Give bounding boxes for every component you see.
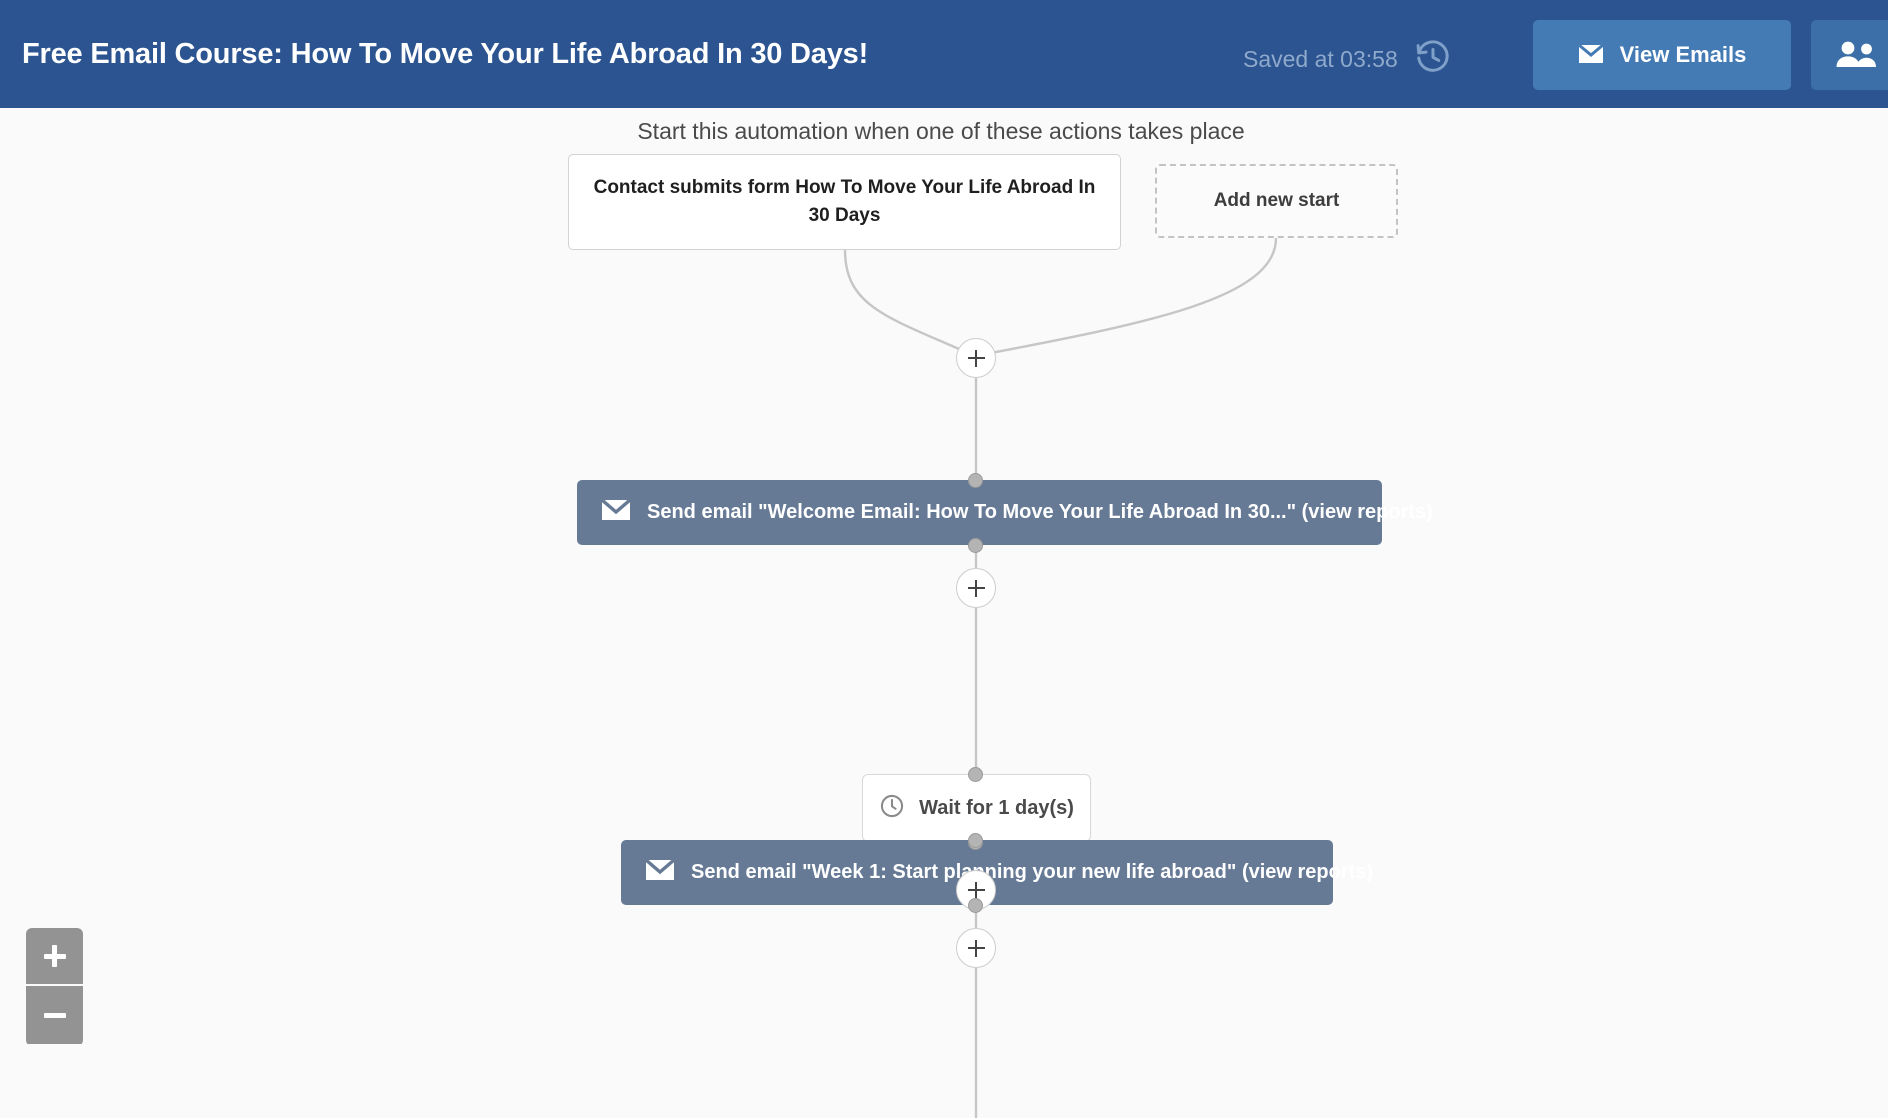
saved-status-group: Saved at 03:58 xyxy=(1243,38,1452,81)
node-connector-dot xyxy=(968,767,983,782)
node-connector-dot xyxy=(968,538,983,553)
view-emails-label: View Emails xyxy=(1619,42,1747,67)
envelope-icon xyxy=(1577,43,1604,67)
start-hint-text: Start this automation when one of these … xyxy=(637,118,1245,144)
add-step-after-triggers[interactable] xyxy=(956,338,996,378)
contacts-icon xyxy=(1835,40,1877,71)
email-node-label: Send email "Week 1: Start planning your … xyxy=(691,861,1374,883)
envelope-icon xyxy=(644,858,676,886)
history-icon[interactable] xyxy=(1414,38,1452,81)
add-new-start-label: Add new start xyxy=(1213,190,1340,211)
node-connector-dot xyxy=(968,473,983,488)
automation-canvas[interactable]: Start this automation when one of these … xyxy=(0,108,1888,1118)
trigger-node-label: Contact submits form How To Move Your Li… xyxy=(593,177,1096,226)
envelope-icon xyxy=(600,498,632,526)
add-step-after-email-1[interactable] xyxy=(956,568,996,608)
connector-lines xyxy=(843,237,1278,1118)
app-header: Free Email Course: How To Move Your Life… xyxy=(0,0,1888,108)
view-emails-button[interactable]: View Emails xyxy=(1533,20,1791,90)
add-new-start-button[interactable]: Add new start xyxy=(1155,164,1398,238)
add-step-after-email-2[interactable] xyxy=(956,928,996,968)
email-node[interactable]: Send email "Welcome Email: How To Move Y… xyxy=(577,480,1433,545)
zoom-controls xyxy=(26,928,83,1046)
page-title: Free Email Course: How To Move Your Life… xyxy=(22,38,869,70)
trigger-node-form-submit[interactable]: Contact submits form How To Move Your Li… xyxy=(568,154,1121,250)
node-connector-dot xyxy=(968,833,983,848)
contacts-button[interactable] xyxy=(1811,20,1888,90)
minus-icon xyxy=(43,1012,66,1018)
clock-icon xyxy=(879,793,905,824)
zoom-in-button[interactable] xyxy=(26,928,83,986)
wait-node[interactable]: Wait for 1 day(s) xyxy=(862,774,1091,842)
zoom-out-button[interactable] xyxy=(26,986,83,1044)
saved-status-text: Saved at 03:58 xyxy=(1243,46,1398,72)
plus-icon-vertical xyxy=(52,945,57,967)
node-connector-dot xyxy=(968,898,983,913)
wait-node-label: Wait for 1 day(s) xyxy=(919,796,1074,819)
email-node-label: Send email "Welcome Email: How To Move Y… xyxy=(647,501,1433,523)
